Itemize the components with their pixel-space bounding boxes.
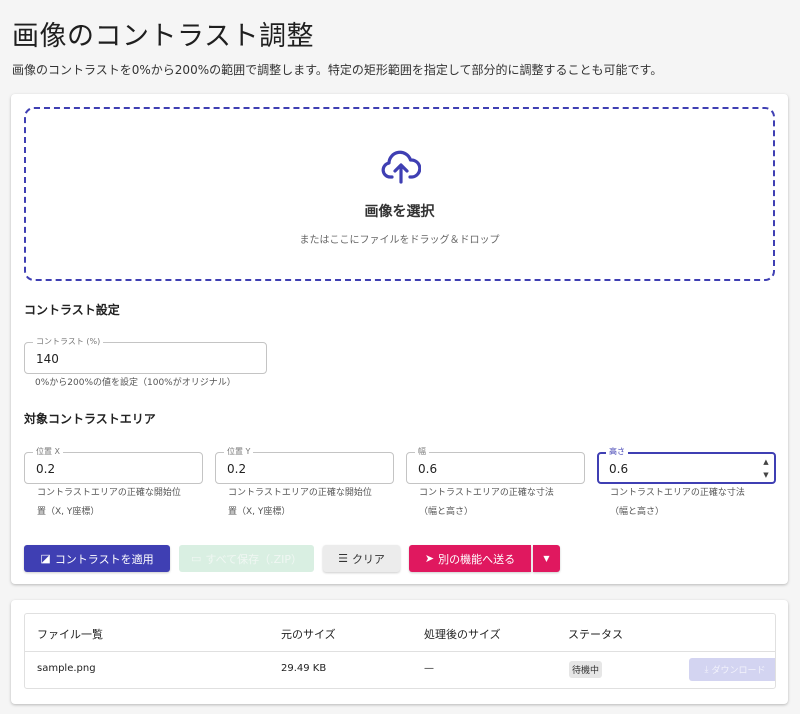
file-table: ファイル一覧 元のサイズ 処理後のサイズ ステータス sample.png 29… <box>24 613 776 689</box>
position-y-helper-line1: コントラストエリアの正確な開始位 <box>228 488 372 498</box>
page-description: 画像のコントラストを0%から200%の範囲で調整します。特定の矩形範囲を指定して… <box>12 63 663 77</box>
clear-button[interactable]: ☰ クリア <box>323 545 400 572</box>
header-file-list: ファイル一覧 <box>37 628 103 641</box>
clear-list-icon: ☰ <box>338 552 348 565</box>
send-icon: ➤ <box>424 552 435 565</box>
height-helper-line1: コントラストエリアの正確な寸法 <box>610 488 745 498</box>
position-x-label: 位置 X <box>33 446 64 458</box>
contrast-input[interactable]: 140 <box>36 352 59 366</box>
width-helper: コントラストエリアの正確な寸法 （幅と高さ） <box>419 484 554 522</box>
position-x-input[interactable]: 0.2 <box>36 462 55 476</box>
spinner-down-icon[interactable]: ▼ <box>761 469 771 482</box>
image-dropzone[interactable]: 画像を選択 またはここにファイルをドラッグ＆ドロップ <box>24 107 775 281</box>
download-label: ダウンロード <box>711 666 766 676</box>
contrast-field[interactable]: コントラスト (%) 140 <box>24 336 267 374</box>
position-y-label: 位置 Y <box>224 446 254 458</box>
position-x-field[interactable]: 位置 X 0.2 <box>24 446 203 484</box>
height-spinner[interactable]: ▲ ▼ <box>761 456 771 482</box>
row-processed-size: — <box>424 663 434 674</box>
contrast-section-title: コントラスト設定 <box>24 303 120 317</box>
area-section-title: 対象コントラストエリア <box>24 412 156 426</box>
position-x-helper: コントラストエリアの正確な開始位 置（X, Y座標） <box>37 484 181 522</box>
file-list-card: ファイル一覧 元のサイズ 処理後のサイズ ステータス sample.png 29… <box>11 600 788 704</box>
header-status: ステータス <box>568 628 623 641</box>
header-processed-size: 処理後のサイズ <box>424 628 501 641</box>
save-all-zip-button[interactable]: ▭ すべて保存（.ZIP） <box>179 545 314 572</box>
width-field[interactable]: 幅 0.6 <box>406 446 585 484</box>
height-helper-line2: （幅と高さ） <box>610 507 665 517</box>
contrast-helper: 0%から200%の値を設定（100%がオリジナル） <box>35 378 236 388</box>
dropzone-subtitle: またはここにファイルをドラッグ＆ドロップ <box>299 235 500 246</box>
height-input[interactable]: 0.6 <box>609 462 628 476</box>
send-to-feature-label: 別の機能へ送る <box>438 552 516 566</box>
row-file-name: sample.png <box>37 663 96 674</box>
width-helper-line1: コントラストエリアの正確な寸法 <box>419 488 554 498</box>
save-all-zip-label: すべて保存（.ZIP） <box>205 552 303 566</box>
download-button[interactable]: ⤓ ダウンロード <box>689 658 775 681</box>
width-helper-line2: （幅と高さ） <box>419 507 474 517</box>
send-menu-button[interactable]: ▼ <box>533 545 560 572</box>
apply-contrast-label: コントラストを適用 <box>54 552 154 566</box>
page-title: 画像のコントラスト調整 <box>12 21 314 52</box>
position-x-helper-line1: コントラストエリアの正確な開始位 <box>37 488 181 498</box>
contrast-icon: ◪ <box>40 552 51 565</box>
dropzone-title: 画像を選択 <box>364 204 435 220</box>
position-y-input[interactable]: 0.2 <box>227 462 246 476</box>
position-x-helper-line2: 置（X, Y座標） <box>37 507 100 517</box>
cloud-upload-icon <box>381 150 421 184</box>
download-icon: ⤓ <box>704 664 709 675</box>
contrast-field-label: コントラスト (%) <box>33 336 104 348</box>
width-input[interactable]: 0.6 <box>418 462 437 476</box>
position-y-helper: コントラストエリアの正確な開始位 置（X, Y座標） <box>228 484 372 522</box>
clear-label: クリア <box>351 552 385 566</box>
width-label: 幅 <box>415 446 429 458</box>
editor-card: 画像を選択 またはここにファイルをドラッグ＆ドロップ コントラスト設定 コントラ… <box>11 94 788 584</box>
header-divider <box>25 651 775 652</box>
height-helper: コントラストエリアの正確な寸法 （幅と高さ） <box>610 484 745 522</box>
height-field[interactable]: 高さ 0.6 ▲ ▼ <box>597 446 776 484</box>
status-badge: 待機中 <box>569 661 603 678</box>
caret-down-icon: ▼ <box>543 553 550 563</box>
position-y-field[interactable]: 位置 Y 0.2 <box>215 446 394 484</box>
height-label: 高さ <box>606 446 628 458</box>
send-to-feature-button[interactable]: ➤ 別の機能へ送る <box>409 545 531 572</box>
position-y-helper-line2: 置（X, Y座標） <box>228 507 291 517</box>
spinner-up-icon[interactable]: ▲ <box>761 456 771 469</box>
apply-contrast-button[interactable]: ◪ コントラストを適用 <box>24 545 170 572</box>
folder-icon: ▭ <box>190 552 202 565</box>
header-original-size: 元のサイズ <box>281 628 336 641</box>
row-original-size: 29.49 KB <box>281 663 327 674</box>
